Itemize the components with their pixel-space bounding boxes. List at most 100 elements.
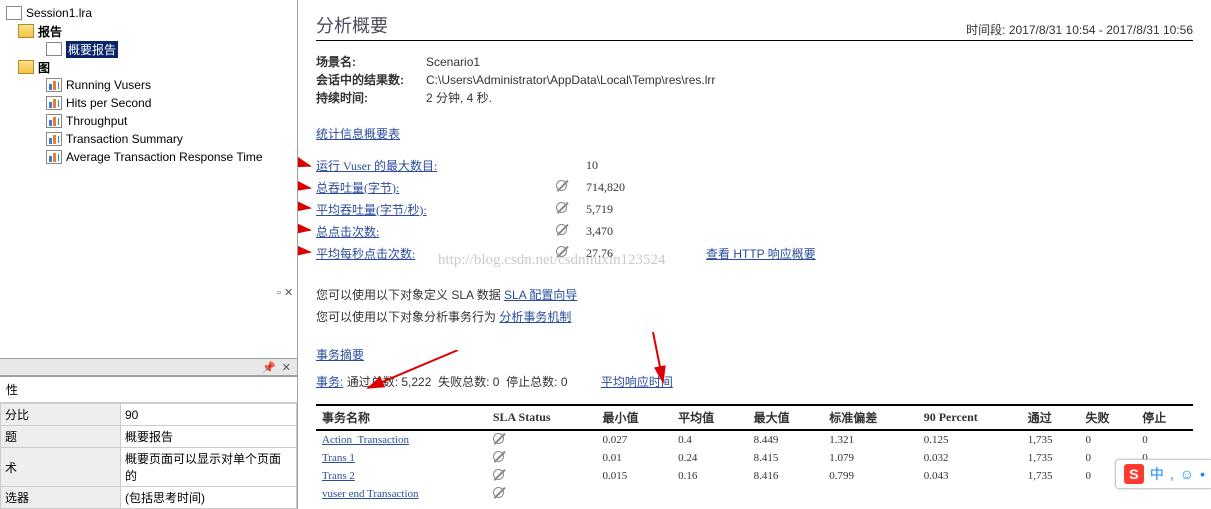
cell-p90: 0.125 [918, 430, 1022, 449]
null-icon [493, 451, 504, 462]
pass-label: 通过总数: [347, 375, 398, 389]
sla-cell [487, 485, 597, 503]
file-icon [6, 6, 22, 20]
stat-value: 5,719 [586, 202, 706, 217]
txn-name-link[interactable]: Trans 1 [316, 449, 487, 467]
tree-graph-hits[interactable]: Hits per Second [4, 94, 293, 112]
stat-avg-throughput: 平均吞吐量(字节/秒): 5,719 [316, 198, 1193, 220]
sla-cell [487, 430, 597, 449]
cell-max [748, 485, 824, 503]
cell-max: 8.416 [748, 467, 824, 485]
props-val[interactable]: (包括思考时间) [121, 487, 297, 509]
cell-p90 [918, 485, 1022, 503]
report-header: 分析概要 时间段: 2017/8/31 10:54 - 2017/8/31 10… [316, 12, 1193, 41]
biz-title[interactable]: 事务摘要 [316, 346, 1193, 363]
analyze-txn-link[interactable]: 分析事务机制 [499, 310, 571, 324]
nav-tree: Session1.lra 报告 概要报告 图 Running Vusers Hi… [0, 0, 297, 358]
cell-pass [1022, 485, 1080, 503]
stat-label[interactable]: 总点击次数: [316, 223, 556, 240]
stop-value: 0 [561, 375, 568, 389]
path-value: C:\Users\Administrator\AppData\Local\Tem… [426, 73, 715, 87]
report-icon [46, 42, 62, 56]
cell-min: 0.015 [597, 467, 673, 485]
sla-line2: 您可以使用以下对象分析事务行为 [316, 310, 499, 324]
chart-icon [46, 96, 62, 110]
cell-stop: 0 [1136, 430, 1193, 449]
report-area: 分析概要 时间段: 2017/8/31 10:54 - 2017/8/31 10… [298, 0, 1211, 509]
props-val[interactable]: 概要报告 [121, 426, 297, 448]
txn-name-link[interactable]: Trans 2 [316, 467, 487, 485]
props-val[interactable]: 90 [121, 404, 297, 426]
sla-cell [487, 449, 597, 467]
tree-session[interactable]: Session1.lra [4, 4, 293, 22]
txn-table: 事务名称 SLA Status 最小值 平均值 最大值 标准偏差 90 Perc… [316, 404, 1193, 503]
th-min: 最小值 [597, 405, 673, 430]
ime-punct-icon[interactable]: , [1170, 466, 1174, 482]
pass-value: 5,222 [401, 375, 431, 389]
folder-icon [18, 24, 34, 38]
tree-reports-label: 报告 [38, 23, 62, 40]
scene-value: Scenario1 [426, 55, 480, 69]
http-response-link[interactable]: 查看 HTTP 响应概要 [706, 247, 816, 261]
stat-value: 3,470 [586, 224, 706, 239]
txn-link[interactable]: 事务: [316, 375, 343, 389]
biz-summary-row: 事务: 通过总数: 5,222 失败总数: 0 停止总数: 0 平均响应时间 [316, 373, 1193, 390]
props-row: 题概要报告 [1, 426, 297, 448]
tree-graph-avg-resp[interactable]: Average Transaction Response Time [4, 148, 293, 166]
th-sla: SLA Status [487, 405, 597, 430]
tree-session-label: Session1.lra [26, 6, 92, 20]
cell-std: 1.079 [823, 449, 917, 467]
ime-face-icon[interactable]: ☺ [1180, 466, 1194, 482]
props-val[interactable]: 概要页面可以显示对单个页面的 [121, 448, 297, 487]
duration-label: 持续时间: [316, 89, 426, 107]
tree-graph-label: Transaction Summary [66, 132, 183, 146]
sla-line1: 您可以使用以下对象定义 SLA 数据 [316, 288, 504, 302]
cell-avg: 0.24 [672, 449, 748, 467]
pin-icon[interactable]: 📌 [262, 361, 276, 374]
cell-fail: 0 [1080, 430, 1137, 449]
cell-std [823, 485, 917, 503]
null-icon [556, 180, 586, 194]
props-row: 选器(包括思考时间) [1, 487, 297, 509]
fail-label: 失败总数: [438, 375, 489, 389]
stat-total-hits: 总点击次数: 3,470 [316, 220, 1193, 242]
page-title: 分析概要 [316, 12, 388, 38]
watermark: http://blog.csdn.net/csdnliuxin123524 [438, 252, 666, 269]
stat-label[interactable]: 总吞吐量(字节): [316, 179, 556, 196]
table-header-row: 事务名称 SLA Status 最小值 平均值 最大值 标准偏差 90 Perc… [316, 405, 1193, 430]
th-max: 最大值 [748, 405, 824, 430]
cell-p90: 0.043 [918, 467, 1022, 485]
stat-label[interactable]: 平均吞吐量(字节/秒): [316, 201, 556, 218]
null-icon [493, 433, 504, 444]
cell-std: 1.321 [823, 430, 917, 449]
tree-graph-running-vusers[interactable]: Running Vusers [4, 76, 293, 94]
txn-name-link[interactable]: Action_Transaction [316, 430, 487, 449]
tree-graph-label: Running Vusers [66, 78, 151, 92]
cell-max: 8.415 [748, 449, 824, 467]
tree-graph-label: Average Transaction Response Time [66, 150, 263, 164]
stats-table: 运行 Vuser 的最大数目: 10 总吞吐量(字节): 714,820 平均吞… [316, 154, 1193, 264]
th-pass: 通过 [1022, 405, 1080, 430]
tree-summary-report[interactable]: 概要报告 [4, 40, 293, 58]
cell-avg [672, 485, 748, 503]
tree-reports[interactable]: 报告 [4, 22, 293, 40]
ime-toolbar[interactable]: S 中 , ☺ • [1115, 459, 1211, 489]
sla-config-link[interactable]: SLA 配置向导 [504, 288, 577, 302]
txn-name-link[interactable]: vuser end Transaction [316, 485, 487, 503]
avg-resp-link[interactable]: 平均响应时间 [601, 375, 673, 389]
chart-icon [46, 132, 62, 146]
ime-mode[interactable]: 中 [1150, 464, 1164, 484]
close-icon[interactable]: ✕ [282, 361, 291, 374]
tree-graph-txn-summary[interactable]: Transaction Summary [4, 130, 293, 148]
null-icon [493, 469, 504, 480]
ime-more-icon[interactable]: • [1200, 466, 1205, 482]
stat-value: 714,820 [586, 180, 706, 195]
table-row: Trans 1 0.01 0.24 8.415 1.079 0.032 1,73… [316, 449, 1193, 467]
table-row: Action_Transaction 0.027 0.4 8.449 1.321… [316, 430, 1193, 449]
tree-graphs[interactable]: 图 [4, 58, 293, 76]
tree-graph-throughput[interactable]: Throughput [4, 112, 293, 130]
chart-icon [46, 78, 62, 92]
stat-label[interactable]: 运行 Vuser 的最大数目: [316, 157, 556, 174]
stats-title[interactable]: 统计信息概要表 [316, 125, 1193, 142]
cell-std: 0.799 [823, 467, 917, 485]
